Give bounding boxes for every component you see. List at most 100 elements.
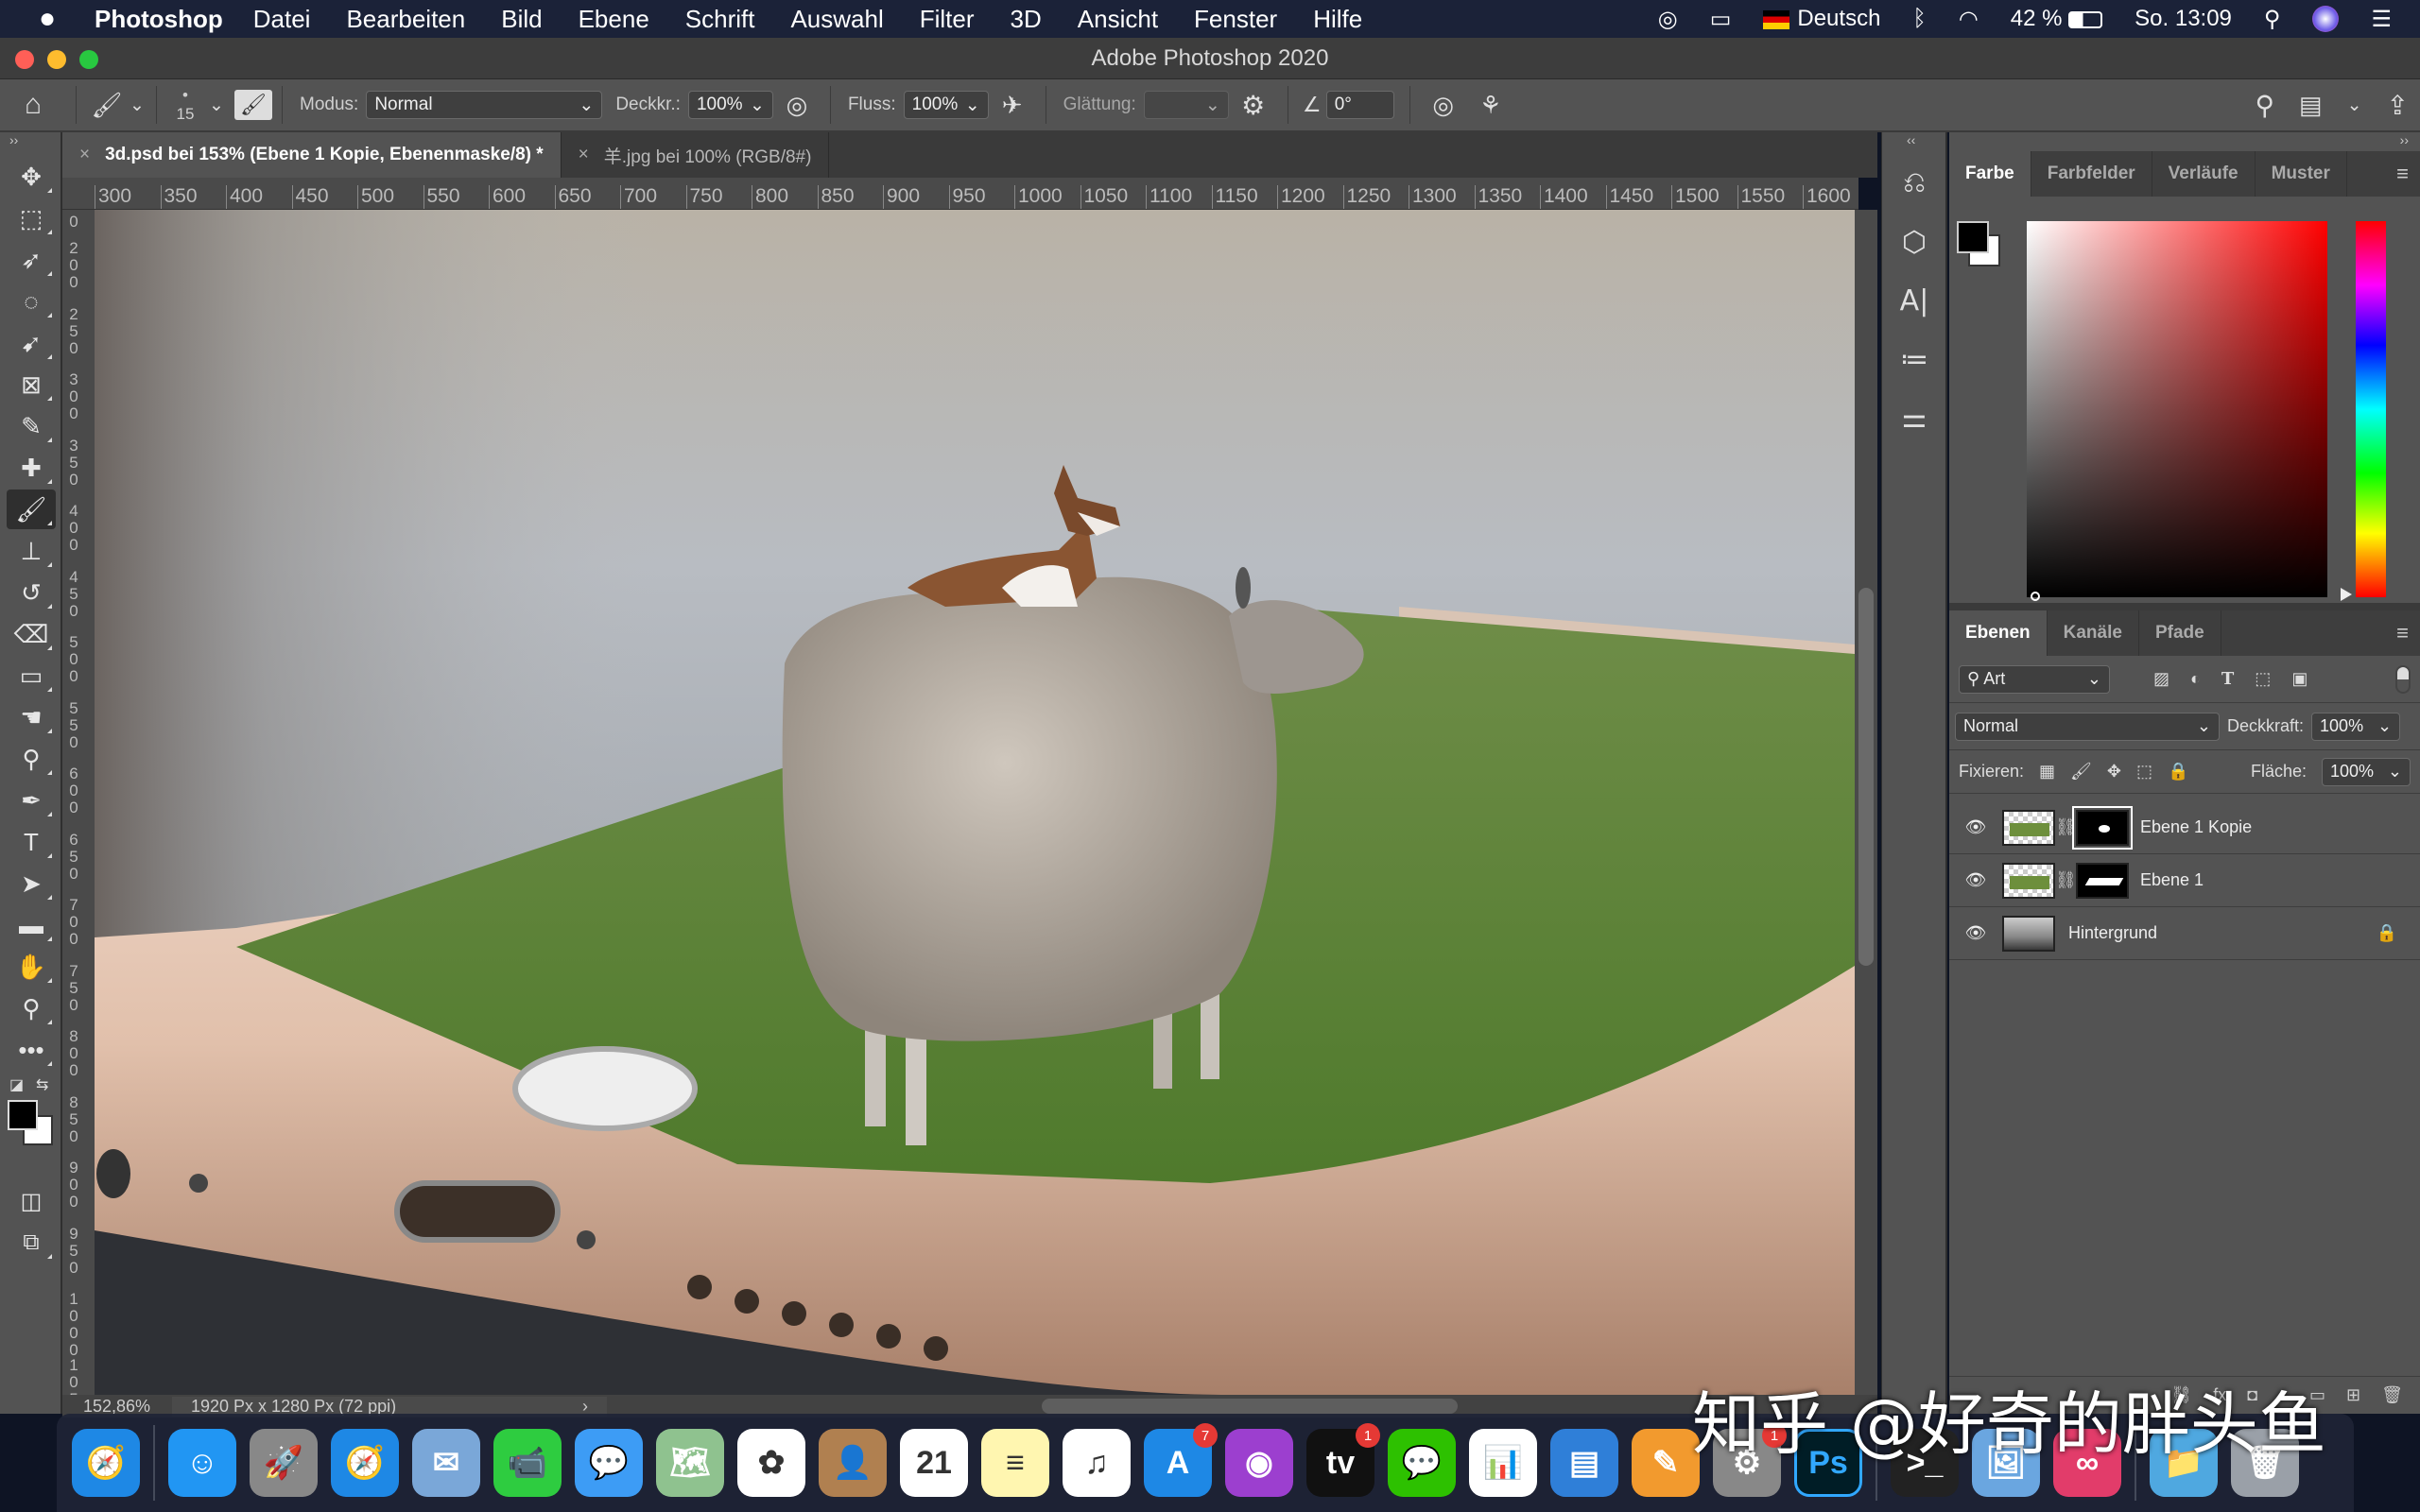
lock-position-icon[interactable]: ✥ (2107, 762, 2121, 782)
dock-app-photos[interactable]: ✿ (737, 1429, 805, 1497)
search-icon[interactable]: ⚲ (2256, 90, 2275, 121)
more-tools[interactable]: ••• (7, 1030, 56, 1070)
history-panel-icon[interactable]: ⎌ (1888, 157, 1941, 210)
document-canvas[interactable] (95, 210, 1855, 1395)
siri-icon[interactable] (2312, 6, 2340, 32)
menu-schrift[interactable]: Schrift (685, 5, 755, 34)
3d-panel-icon[interactable]: ⬡ (1888, 215, 1941, 268)
dock-app-messages[interactable]: 💬 (575, 1429, 643, 1497)
dock-app-numbers[interactable]: 📊 (1469, 1429, 1537, 1497)
dock-app-calendar[interactable]: 21 (900, 1429, 968, 1497)
expand-panels-icon[interactable]: ›› (1949, 132, 2420, 151)
hue-slider[interactable] (2356, 221, 2386, 597)
menu-ebene[interactable]: Ebene (579, 5, 649, 34)
tab-muster[interactable]: Muster (2256, 151, 2347, 197)
visibility-eye-icon[interactable]: 👁 (1949, 870, 2002, 890)
filter-smart-object-icon[interactable]: ▣ (2291, 669, 2308, 689)
gear-icon[interactable]: ⚙ (1229, 90, 1278, 121)
foreground-color-swatch[interactable] (8, 1100, 38, 1130)
dock-app-tv[interactable]: tv 1 (1306, 1423, 1380, 1497)
creative-cloud-icon[interactable]: ◎ (1658, 6, 1678, 33)
frame-tool[interactable]: ⊠ (7, 365, 56, 404)
menu-bearbeiten[interactable]: Bearbeiten (346, 5, 465, 34)
screen-mode-icon[interactable]: ⧉ (7, 1223, 56, 1263)
tab-3d-psd[interactable]: × 3d.psd bei 153% (Ebene 1 Kopie, Ebenenm… (62, 132, 562, 178)
lock-artboard-icon[interactable]: ⬚ (2136, 762, 2152, 782)
dock-app-app-store[interactable]: A7 (1144, 1423, 1218, 1497)
collapse-panels-icon[interactable]: ‹‹ (1882, 132, 1945, 151)
menu-hilfe[interactable]: Hilfe (1313, 5, 1362, 34)
input-language[interactable]: Deutsch (1763, 6, 1880, 32)
canvas-vertical-scrollbar[interactable] (1855, 210, 1877, 1395)
filter-toggle[interactable] (2395, 664, 2411, 694)
color-picker-handle[interactable] (2031, 592, 2040, 601)
tab-sheep-jpg[interactable]: × 羊.jpg bei 100% (RGB/8#) (562, 132, 830, 178)
filter-type-icon[interactable]: T (2221, 669, 2234, 689)
filter-pixel-icon[interactable]: ▨ (2153, 669, 2169, 689)
zoom-tool[interactable]: ⚲ (7, 988, 56, 1028)
dock-app-facetime[interactable]: 📹 (493, 1429, 562, 1497)
airbrush-icon[interactable]: ✈ (989, 91, 1036, 120)
eyedropper-tool[interactable]: ✎ (7, 406, 56, 446)
tab-pfade[interactable]: Pfade (2139, 610, 2221, 656)
bluetooth-icon[interactable]: ᛒ (1912, 6, 1926, 32)
brush-settings-panel-icon[interactable]: 🖌 (234, 90, 272, 120)
brush-panel-icon[interactable]: ≔ (1888, 333, 1941, 386)
close-tab-icon[interactable]: × (579, 145, 589, 165)
apple-icon[interactable]: ● (0, 3, 95, 35)
menu-3d[interactable]: 3D (1011, 5, 1042, 34)
dock-app-pages[interactable]: ✎ (1632, 1429, 1700, 1497)
eraser-tool[interactable]: ⌫ (7, 614, 56, 654)
blend-mode-select[interactable]: Normal ⌄ (1955, 712, 2220, 741)
layer-row-ebene-1[interactable]: 👁 ⛓ Ebene 1 (1949, 854, 2420, 907)
menu-auswahl[interactable]: Auswahl (790, 5, 883, 34)
layer-mask-thumbnail[interactable] (2072, 805, 2133, 850)
close-window-button[interactable] (15, 50, 34, 69)
menu-filter[interactable]: Filter (920, 5, 975, 34)
fill-input[interactable]: 100% ⌄ (2322, 757, 2411, 786)
rectangle-tool[interactable]: ▬ (7, 905, 56, 945)
opacity-input[interactable]: 100% ⌄ (687, 91, 773, 119)
brush-settings-icon[interactable]: ⚌ (1888, 391, 1941, 444)
menu-fenster[interactable]: Fenster (1194, 5, 1277, 34)
brush-size-picker[interactable]: • 15 (166, 86, 204, 124)
lock-image-icon[interactable]: 🖌 (2070, 762, 2092, 782)
symmetry-icon[interactable]: ⚘ (1467, 91, 1514, 120)
dodge-tool[interactable]: ⚲ (7, 739, 56, 779)
tab-farbe[interactable]: Farbe (1949, 151, 2031, 197)
scrollbar-thumb[interactable] (1858, 588, 1874, 966)
link-icon[interactable]: ⛓ (2055, 817, 2077, 837)
tab-farbfelder[interactable]: Farbfelder (2031, 151, 2152, 197)
dock-app-notes[interactable]: ≡ (981, 1429, 1049, 1497)
dock-app-finder[interactable]: ☺ (168, 1429, 236, 1497)
layer-mask-thumbnail[interactable] (2076, 862, 2129, 899)
dock-app-safari[interactable]: 🧭 (331, 1429, 399, 1497)
layer-lock-icon[interactable]: 🔒 (2377, 923, 2397, 943)
dock-app-maps[interactable]: 🗺 (656, 1429, 724, 1497)
dock-app-safari-handoff-[interactable]: 🧭 (72, 1429, 140, 1497)
dock-app-wechat[interactable]: 💬 (1388, 1429, 1456, 1497)
move-tool[interactable]: ✥ (7, 157, 56, 197)
notification-center-icon[interactable]: ☰ (2371, 6, 2392, 33)
menu-bild[interactable]: Bild (501, 5, 542, 34)
history-brush-tool[interactable]: ↺ (7, 573, 56, 612)
gradient-tool[interactable]: ▭ (7, 656, 56, 696)
brush-preset-icon[interactable]: 🖌 (86, 91, 128, 120)
flow-input[interactable]: 100% ⌄ (903, 91, 989, 119)
pressure-opacity-icon[interactable]: ◎ (773, 91, 821, 120)
mode-select[interactable]: Normal ⌄ (366, 91, 603, 119)
chevron-down-icon[interactable]: ⌄ (128, 94, 147, 116)
panel-menu-icon[interactable]: ≡ (2396, 610, 2420, 656)
link-icon[interactable]: ⛓ (2055, 870, 2077, 890)
lock-transparent-icon[interactable]: ▦ (2039, 762, 2055, 782)
panel-menu-icon[interactable]: ≡ (2396, 151, 2420, 197)
quick-selection-tool[interactable]: ◌ (7, 282, 56, 321)
minimize-window-button[interactable] (47, 50, 66, 69)
trash-icon[interactable]: 🗑 (2381, 1385, 2403, 1405)
path-selection-tool[interactable]: ➤ (7, 864, 56, 903)
layer-filter-select[interactable]: ⚲ Art ⌄ (1959, 664, 2110, 694)
visibility-eye-icon[interactable]: 👁 (1949, 817, 2002, 837)
menu-datei[interactable]: Datei (253, 5, 311, 34)
wifi-icon[interactable]: ◠ (1959, 6, 1979, 33)
pen-tool[interactable]: ✒ (7, 781, 56, 820)
